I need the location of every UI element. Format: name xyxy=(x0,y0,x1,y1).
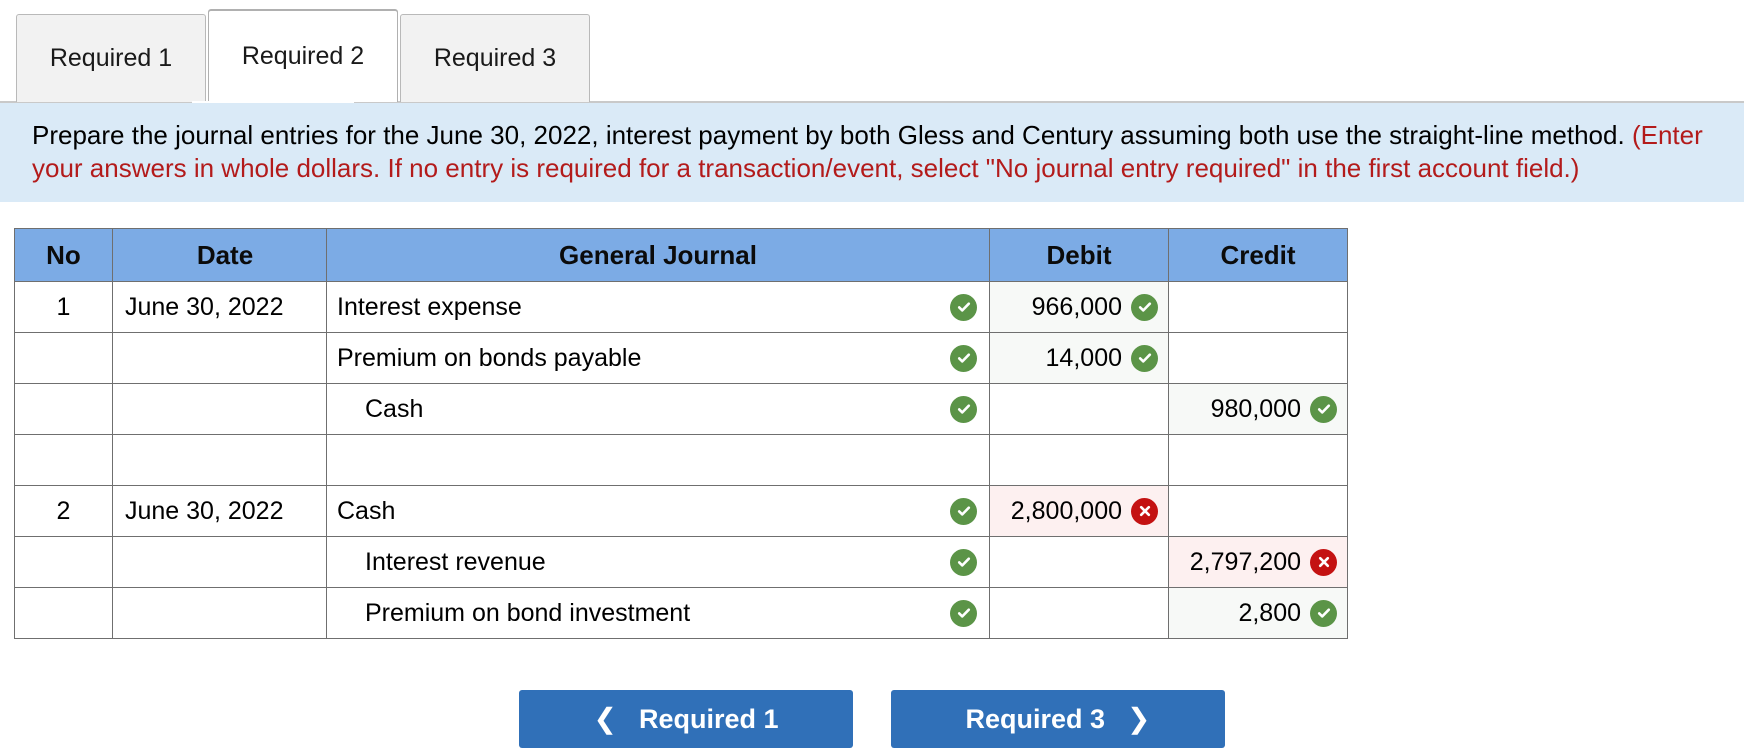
cell-date xyxy=(112,587,327,639)
correct-check-icon xyxy=(1310,395,1337,423)
cell-account-select[interactable]: Cash xyxy=(326,383,990,435)
correct-check-icon xyxy=(1131,344,1158,372)
next-required-label: Required 3 xyxy=(965,703,1106,734)
correct-check-icon xyxy=(950,395,977,423)
correct-check-icon xyxy=(1310,599,1337,627)
instruction-banner: Prepare the journal entries for the June… xyxy=(0,103,1744,202)
tab-required-2[interactable]: Required 2 xyxy=(208,10,398,102)
table-row: 2 June 30, 2022 Cash 2,800,000 xyxy=(14,485,1348,537)
column-header-general-journal: General Journal xyxy=(326,228,990,282)
next-required-button[interactable]: Required 3 ❯ xyxy=(891,690,1225,748)
cell-entry-number xyxy=(14,536,113,588)
cell-credit-input[interactable]: 2,797,200 xyxy=(1168,536,1348,588)
cell-account-select[interactable]: Interest revenue xyxy=(326,536,990,588)
cell-credit-input[interactable]: 980,000 xyxy=(1168,383,1348,435)
cell-date: June 30, 2022 xyxy=(112,281,327,333)
cell-debit-input[interactable]: 2,800,000 xyxy=(989,485,1169,537)
cell-entry-number: 1 xyxy=(14,281,113,333)
table-row: Premium on bond investment 2,800 xyxy=(14,587,1348,639)
correct-check-icon xyxy=(950,344,977,372)
account-name: Premium on bond investment xyxy=(365,598,691,627)
account-name: Cash xyxy=(365,394,424,423)
journal-table-body: 1 June 30, 2022 Interest expense 966,000 Pre… xyxy=(14,281,1348,639)
credit-value: 980,000 xyxy=(1210,394,1301,423)
table-row: Premium on bonds payable 14,000 xyxy=(14,332,1348,384)
column-header-credit: Credit xyxy=(1168,228,1348,282)
correct-check-icon xyxy=(950,599,977,627)
tab-label: Required 1 xyxy=(49,44,173,72)
correct-check-icon xyxy=(950,548,977,576)
journal-entry-table: No Date General Journal Debit Credit 1 Ju… xyxy=(14,228,1348,639)
cell-credit-input[interactable]: 2,800 xyxy=(1168,587,1348,639)
cell-entry-number xyxy=(14,383,113,435)
prev-required-button[interactable]: ❮ Required 1 xyxy=(519,690,853,748)
navigation-footer: ❮ Required 1 Required 3 ❯ xyxy=(0,690,1744,748)
chevron-left-icon: ❮ xyxy=(593,703,617,734)
debit-value: 2,800,000 xyxy=(1010,496,1122,525)
cell-credit-input[interactable] xyxy=(1168,281,1348,333)
cell-account-select[interactable]: Cash xyxy=(326,485,990,537)
prev-required-label: Required 1 xyxy=(638,703,779,734)
debit-value: 14,000 xyxy=(1045,343,1122,372)
table-header-row: No Date General Journal Debit Credit xyxy=(14,228,1348,282)
cell-debit-input[interactable] xyxy=(989,587,1169,639)
cell-debit-input[interactable]: 966,000 xyxy=(989,281,1169,333)
cell-date: June 30, 2022 xyxy=(112,485,327,537)
table-row xyxy=(14,434,1348,486)
table-row: Cash 980,000 xyxy=(14,383,1348,435)
cell-entry-number xyxy=(14,587,113,639)
exercise-page: Required 1 Required 2 Required 3 Prepare t… xyxy=(0,0,1744,748)
table-row: 1 June 30, 2022 Interest expense 966,000 xyxy=(14,281,1348,333)
cell-debit-input[interactable]: 14,000 xyxy=(989,332,1169,384)
column-header-date: Date xyxy=(112,228,327,282)
debit-value: 966,000 xyxy=(1031,292,1122,321)
credit-value: 2,800 xyxy=(1238,598,1301,627)
active-tab-underline-gap xyxy=(192,101,354,103)
cell-entry-number xyxy=(14,332,113,384)
cell-date xyxy=(112,383,327,435)
cell-account-select[interactable]: Premium on bond investment xyxy=(326,587,990,639)
incorrect-cross-icon xyxy=(1310,548,1337,576)
cell-account-select[interactable]: Premium on bonds payable xyxy=(326,332,990,384)
credit-value: 2,797,200 xyxy=(1189,547,1301,576)
cell-account-select[interactable] xyxy=(326,434,990,486)
tab-required-1[interactable]: Required 1 xyxy=(16,14,206,102)
column-header-no: No xyxy=(14,228,113,282)
tab-required-3[interactable]: Required 3 xyxy=(400,14,590,102)
journal-table-head: No Date General Journal Debit Credit xyxy=(14,228,1348,282)
cell-debit-input[interactable] xyxy=(989,536,1169,588)
cell-entry-number: 2 xyxy=(14,485,113,537)
tab-strip: Required 1 Required 2 Required 3 xyxy=(16,10,592,102)
column-header-debit: Debit xyxy=(989,228,1169,282)
correct-check-icon xyxy=(950,497,977,525)
table-row: Interest revenue 2,797,200 xyxy=(14,536,1348,588)
correct-check-icon xyxy=(1131,293,1158,321)
account-name: Interest revenue xyxy=(365,547,546,576)
account-name: Interest expense xyxy=(337,292,522,321)
tab-label: Required 3 xyxy=(433,44,557,72)
cell-debit-input[interactable] xyxy=(989,383,1169,435)
cell-debit-input[interactable] xyxy=(989,434,1169,486)
cell-credit-input[interactable] xyxy=(1168,332,1348,384)
incorrect-cross-icon xyxy=(1131,497,1158,525)
cell-date xyxy=(112,332,327,384)
chevron-right-icon: ❯ xyxy=(1127,703,1151,734)
account-name: Premium on bonds payable xyxy=(337,343,642,372)
cell-account-select[interactable]: Interest expense xyxy=(326,281,990,333)
tab-label: Required 2 xyxy=(241,42,365,70)
instruction-text-primary: Prepare the journal entries for the June… xyxy=(32,120,1632,150)
cell-date xyxy=(112,536,327,588)
correct-check-icon xyxy=(950,293,977,321)
journal-table-container: No Date General Journal Debit Credit 1 Ju… xyxy=(14,228,1348,639)
cell-date xyxy=(112,434,327,486)
account-name: Cash xyxy=(337,496,396,525)
cell-entry-number xyxy=(14,434,113,486)
cell-credit-input[interactable] xyxy=(1168,434,1348,486)
cell-credit-input[interactable] xyxy=(1168,485,1348,537)
